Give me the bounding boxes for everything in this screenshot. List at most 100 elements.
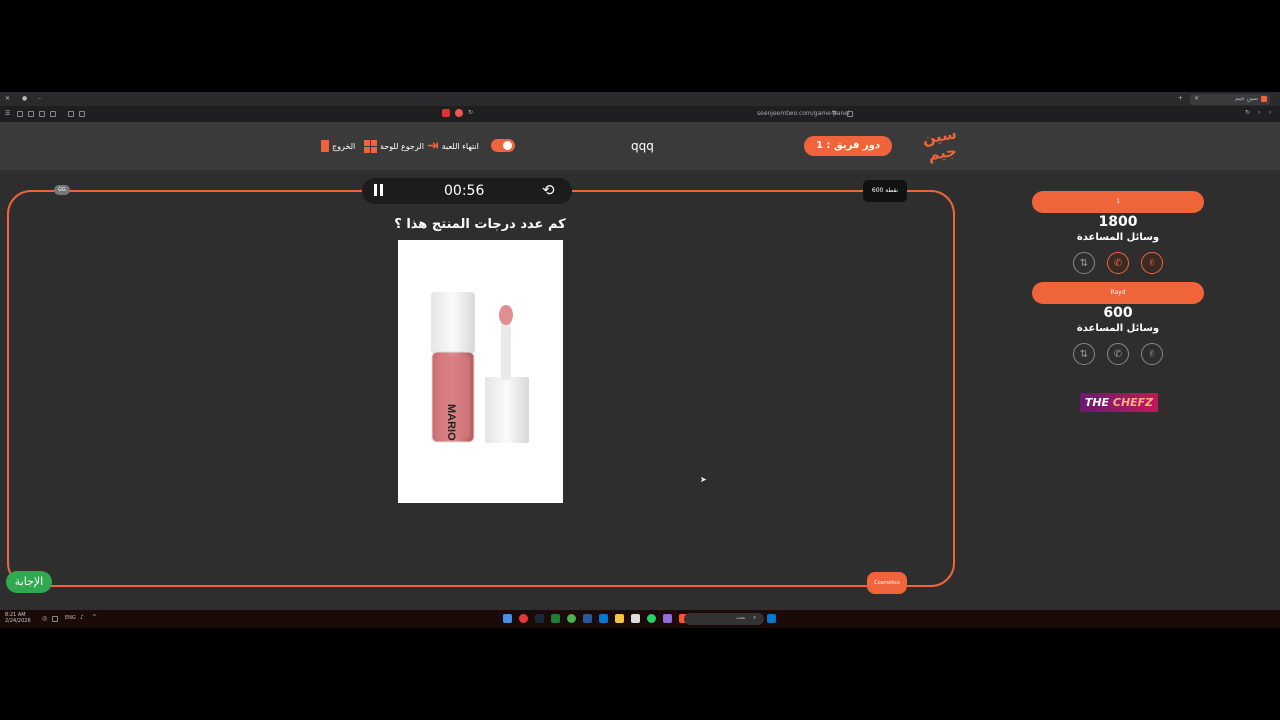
store-icon[interactable]	[631, 614, 640, 623]
bottle-cap	[431, 292, 475, 354]
brand-logo[interactable]: سين جيم	[919, 124, 963, 164]
question-text: كم عدد درجات المنتج هذا ؟	[394, 217, 566, 232]
minimize-icon[interactable]: –	[38, 95, 41, 102]
team-1-aids-label: وسائل المساعدة	[1076, 232, 1160, 243]
chrome-icon[interactable]	[567, 614, 576, 623]
team-2-aids-label: وسائل المساعدة	[1076, 323, 1160, 334]
active-tab[interactable]: ✕ سين جيم	[1190, 94, 1270, 105]
app-icon[interactable]	[519, 614, 528, 623]
translate-icon[interactable]: ⇆	[832, 109, 837, 116]
points-badge: 600 نقطة	[863, 180, 907, 202]
app-header: سين جيم دور فريق : 1 qqq ⇥ انتهاء اللعبة…	[0, 122, 1280, 170]
tab-close-icon[interactable]: ✕	[1194, 95, 1199, 102]
language-indicator[interactable]: ENG	[65, 615, 76, 621]
extension-icon[interactable]	[28, 111, 34, 117]
team-2-name-bar: Rayd	[1032, 282, 1204, 304]
excel-icon[interactable]	[551, 614, 560, 623]
search-placeholder: بحث	[736, 615, 746, 621]
team-turn-text: دور فريق : 1	[815, 140, 881, 151]
app-icon[interactable]	[663, 614, 672, 623]
team-2-score: 600	[1103, 305, 1133, 321]
applicator-tip	[499, 305, 513, 325]
mouse-cursor-icon: ➤	[700, 475, 707, 484]
timer-display: 00:56	[444, 183, 485, 199]
monitor-icon[interactable]	[52, 616, 58, 622]
window-dot-icon[interactable]: ●	[22, 95, 27, 102]
product-image: MARIO	[431, 292, 529, 443]
team-2-name: Rayd	[1110, 289, 1126, 296]
call-friend-icon[interactable]: ✆	[1107, 343, 1129, 365]
new-tab-icon[interactable]: +	[1178, 95, 1183, 102]
tab-title: سين جيم	[1235, 95, 1258, 102]
team-2-aids: ⇅ ✆ ✌	[1073, 343, 1163, 365]
category-label: Cosmetics	[874, 580, 900, 586]
answer-button[interactable]: الإجابة	[6, 571, 52, 593]
call-friend-icon[interactable]: ✆	[1107, 252, 1129, 274]
app-icon[interactable]	[503, 614, 512, 623]
taskbar-apps	[503, 614, 688, 623]
exit-button[interactable]: الخروج	[321, 138, 361, 154]
back-to-board-button[interactable]: الرجوع للوحة	[364, 138, 424, 154]
history-icon[interactable]	[79, 111, 85, 117]
game-name: qqq	[631, 139, 654, 153]
refresh-icon[interactable]: ↻	[1245, 109, 1250, 116]
swap-question-icon[interactable]: ⇅	[1073, 343, 1095, 365]
back-to-board-label: الرجوع للوحة	[380, 141, 424, 151]
extension-pink-icon[interactable]	[455, 109, 463, 117]
sidebar-icon[interactable]	[39, 111, 45, 117]
brand-label: MARIO	[445, 404, 457, 441]
sponsor-text-a: THE	[1084, 396, 1113, 409]
end-game-button[interactable]: ⇥ انتهاء اللعبة	[427, 138, 487, 154]
folder-icon[interactable]	[615, 614, 624, 623]
screenshot-icon[interactable]	[68, 111, 74, 117]
split-view-icon[interactable]	[50, 111, 56, 117]
sponsor-logo: THE CHEFZ	[1080, 393, 1158, 412]
toggle-knob	[503, 141, 512, 150]
whatsapp-icon[interactable]	[647, 614, 656, 623]
pause-button[interactable]	[374, 184, 383, 196]
extension-red-icon[interactable]	[442, 109, 450, 117]
bookmark-icon[interactable]	[847, 111, 853, 117]
close-window-icon[interactable]: ✕	[5, 95, 10, 102]
team-turn-badge: دور فريق : 1	[804, 136, 892, 156]
door-icon	[321, 140, 329, 152]
outlook-icon[interactable]	[599, 614, 608, 623]
menu-icon[interactable]: ☰	[5, 110, 10, 117]
reset-timer-icon[interactable]: ⟲	[542, 181, 555, 199]
sponsor-text-b: CHEFZ	[1112, 396, 1154, 409]
notification-icon[interactable]: ◎	[42, 615, 47, 622]
reload-small-icon[interactable]: ↻	[468, 109, 473, 116]
word-icon[interactable]	[583, 614, 592, 623]
swap-question-icon[interactable]: ⇅	[1073, 252, 1095, 274]
points-badge-text: 600 نقطة	[871, 187, 899, 194]
shield-icon[interactable]	[17, 111, 23, 117]
logo-text: سين جيم	[920, 124, 959, 165]
team-1-name: 1	[1116, 198, 1120, 205]
steam-icon[interactable]	[535, 614, 544, 623]
tab-favicon-icon	[1261, 96, 1267, 102]
clock[interactable]: 8:21 AM 2/24/2026	[5, 612, 31, 624]
mic-icon[interactable]: ♪	[80, 614, 84, 621]
tray-chevron-icon[interactable]: ^	[92, 614, 97, 621]
applicator-wand	[501, 320, 511, 380]
team-1-name-bar: 1	[1032, 191, 1204, 213]
forward-icon[interactable]: ›	[1258, 109, 1260, 116]
windows-start-icon[interactable]	[767, 614, 776, 623]
team-1-aids: ⇅ ✆ ✌	[1073, 252, 1163, 274]
grid-icon	[364, 139, 377, 153]
search-icon: ⌕	[753, 614, 757, 621]
category-button[interactable]: Cosmetics	[867, 572, 907, 594]
answer-button-label: الإجابة	[14, 575, 44, 588]
corner-badge-text: GG	[58, 187, 66, 193]
team-1-score: 1800	[1098, 214, 1138, 230]
end-game-label: انتهاء اللعبة	[441, 141, 479, 151]
corner-badge: GG	[54, 185, 70, 195]
game-toggle[interactable]	[491, 139, 515, 152]
taskbar-search[interactable]: بحث ⌕	[684, 613, 764, 625]
applicator-cap	[485, 377, 529, 443]
two-answers-icon[interactable]: ✌	[1141, 343, 1163, 365]
clock-date: 2/24/2026	[5, 618, 31, 624]
two-answers-icon[interactable]: ✌	[1141, 252, 1163, 274]
back-icon[interactable]: ‹	[1269, 109, 1271, 116]
browser-tab-bar: ✕ ● – ✕ سين جيم +	[0, 92, 1280, 106]
